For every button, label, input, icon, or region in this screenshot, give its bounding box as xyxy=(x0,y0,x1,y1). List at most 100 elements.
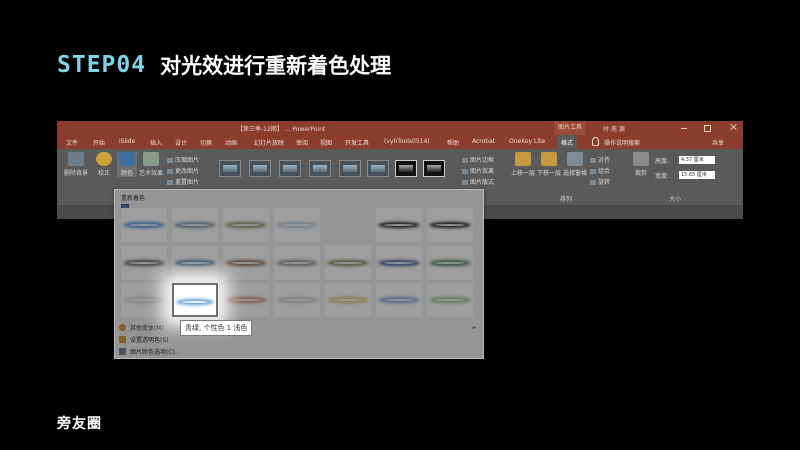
align-button[interactable]: 对齐 xyxy=(590,155,610,164)
picture-style-2[interactable] xyxy=(249,160,271,177)
recolor-swatch[interactable] xyxy=(172,283,218,317)
correct-label: 校正 xyxy=(97,170,110,177)
recolor-swatch[interactable] xyxy=(121,283,167,317)
picture-style-6[interactable] xyxy=(367,160,389,177)
light-core-icon xyxy=(180,262,210,264)
recolor-swatch[interactable] xyxy=(325,283,371,317)
picture-style-8[interactable] xyxy=(423,160,445,177)
tab-onekey[interactable]: OneKey Lite xyxy=(509,138,545,145)
picture-border-button[interactable]: 图片边框 xyxy=(462,155,494,164)
width-input[interactable]: 15.65 厘米 xyxy=(679,171,715,179)
picture-layout-button[interactable]: 图片版式 xyxy=(462,177,494,186)
tab-slideshow[interactable]: 幻灯片放映 xyxy=(254,138,284,147)
crop-label: 裁剪 xyxy=(634,170,647,177)
recolor-swatch[interactable] xyxy=(274,283,320,317)
user-name[interactable]: 时 莲 源 xyxy=(603,124,625,133)
crop-icon xyxy=(633,152,649,166)
height-input[interactable]: 4.37 厘米 xyxy=(679,156,715,164)
light-core-icon xyxy=(282,262,312,264)
recolor-swatch[interactable] xyxy=(121,208,167,242)
slide-title: STEP04 对光效进行重新着色处理 xyxy=(57,50,391,80)
tab-insert[interactable]: 插入 xyxy=(150,138,162,147)
recolor-swatch[interactable] xyxy=(274,208,320,242)
tab-vyhtools[interactable]: (vyhTools0514) xyxy=(384,138,430,145)
send-backward-button[interactable]: 下移一层 xyxy=(537,152,561,177)
recolor-swatch[interactable] xyxy=(376,246,422,280)
effects-icon xyxy=(462,169,468,174)
recolor-swatch[interactable] xyxy=(427,246,473,280)
align-icon xyxy=(590,158,596,163)
tab-design[interactable]: 设计 xyxy=(175,138,187,147)
tab-home[interactable]: 开始 xyxy=(93,138,105,147)
recolor-swatch[interactable] xyxy=(427,283,473,317)
tab-file[interactable]: 文件 xyxy=(66,138,78,147)
recolor-swatch[interactable] xyxy=(121,246,167,280)
recolor-swatch[interactable] xyxy=(376,283,422,317)
light-core-icon xyxy=(384,224,414,226)
recolor-swatch[interactable] xyxy=(325,246,371,280)
tab-developer[interactable]: 开发工具 xyxy=(345,138,369,147)
picture-style-7[interactable] xyxy=(395,160,417,177)
border-icon xyxy=(462,158,468,163)
size-group-label: 大小 xyxy=(669,196,682,203)
picture-style-5[interactable] xyxy=(339,160,361,177)
reset-picture-icon xyxy=(167,180,173,185)
crop-button[interactable]: 裁剪 xyxy=(630,152,652,177)
recolor-swatch[interactable] xyxy=(274,246,320,280)
light-core-icon xyxy=(435,224,465,226)
picture-style-4[interactable] xyxy=(309,160,331,177)
share-button[interactable]: 共享 xyxy=(712,138,724,147)
recolor-swatch[interactable] xyxy=(172,208,218,242)
transparent-color-icon xyxy=(119,336,126,343)
picture-style-1[interactable] xyxy=(219,160,241,177)
compress-pictures-button[interactable]: 压缩图片 xyxy=(167,155,199,164)
tab-help[interactable]: 帮助 xyxy=(447,138,459,147)
change-picture-button[interactable]: 更改图片 xyxy=(167,166,199,175)
picture-color-options-icon xyxy=(119,348,126,355)
set-transparent-item[interactable]: 设置透明色(S) xyxy=(119,335,169,344)
width-label: 宽度: xyxy=(655,173,670,180)
ribbon-tabs: 文件 开始 iSlide 插入 设计 切换 动画 幻灯片放映 审阅 视图 开发工… xyxy=(57,135,743,149)
tell-me-search[interactable]: 操作说明搜索 xyxy=(604,138,640,147)
tab-review[interactable]: 审阅 xyxy=(296,138,308,147)
recolor-swatch[interactable] xyxy=(223,246,269,280)
more-variations-item[interactable]: 其他变体(M) xyxy=(119,323,164,332)
tab-view[interactable]: 视图 xyxy=(320,138,332,147)
selection-pane-button[interactable]: 选择窗格 xyxy=(563,152,587,177)
recolor-swatch[interactable] xyxy=(172,246,218,280)
tab-acrobat[interactable]: Acrobat xyxy=(472,138,495,145)
picture-color-options-item[interactable]: 图片颜色选项(C)... xyxy=(119,347,181,356)
send-backward-label: 下移一层 xyxy=(537,170,562,177)
recolor-swatch[interactable] xyxy=(223,208,269,242)
light-core-icon xyxy=(435,262,465,264)
group-button[interactable]: 组合 xyxy=(590,166,610,175)
correct-button[interactable]: 校正 xyxy=(93,152,115,177)
step-label: STEP04 xyxy=(57,52,147,78)
artistic-effects-label: 艺术效果 xyxy=(139,170,164,177)
artistic-effects-button[interactable]: 艺术效果 xyxy=(139,152,163,177)
brand-logo: 旁友圈 xyxy=(57,416,102,432)
color-button[interactable]: 颜色 xyxy=(117,152,137,177)
rotate-button[interactable]: 旋转 xyxy=(590,177,610,186)
light-core-icon xyxy=(282,224,312,226)
picture-style-3[interactable] xyxy=(279,160,301,177)
close-icon[interactable] xyxy=(729,123,739,133)
minimize-icon[interactable] xyxy=(679,123,689,133)
light-core-icon xyxy=(182,301,208,303)
tab-transitions[interactable]: 切换 xyxy=(200,138,212,147)
remove-background-button[interactable]: 删除背景 xyxy=(63,152,89,177)
document-title: 【第三季-12期】 ... PowerPoint xyxy=(237,126,326,133)
recolor-gallery: 重新着色 青绿, 个性色 1 浅色 其他变体(M) ► 设置透明色(S) 图片颜… xyxy=(114,189,484,359)
tab-islide[interactable]: iSlide xyxy=(119,138,135,145)
recolor-swatch[interactable] xyxy=(427,208,473,242)
recolor-header: 重新着色 xyxy=(121,195,146,202)
recolor-swatch[interactable] xyxy=(223,283,269,317)
recolor-swatch[interactable] xyxy=(376,208,422,242)
picture-effects-button[interactable]: 图片效果 xyxy=(462,166,494,175)
reset-picture-button[interactable]: 重置图片 xyxy=(167,177,199,186)
bring-forward-button[interactable]: 上移一层 xyxy=(511,152,535,177)
tab-animations[interactable]: 动画 xyxy=(225,138,237,147)
tab-format[interactable]: 格式 xyxy=(557,135,578,149)
maximize-icon[interactable] xyxy=(704,125,711,132)
rotate-icon xyxy=(590,180,596,185)
